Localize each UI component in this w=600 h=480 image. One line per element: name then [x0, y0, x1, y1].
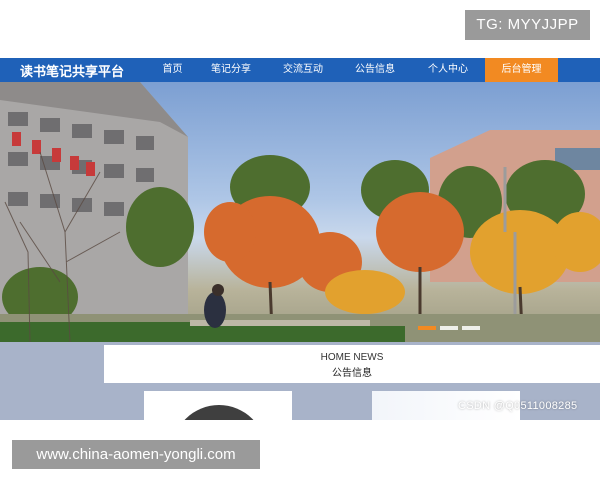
- nav-item-home[interactable]: 首页: [150, 58, 195, 82]
- nav-item-personal-center[interactable]: 个人中心: [411, 58, 485, 82]
- telegram-id-badge: TG: MYYJJPP: [465, 10, 590, 40]
- nav-item-interaction[interactable]: 交流互动: [267, 58, 339, 82]
- website-screenshot: 读书笔记共享平台 首页 笔记分享 交流互动 公告信息 个人中心 后台管理 HOM…: [0, 58, 600, 420]
- news-title-english: HOME NEWS: [320, 352, 384, 363]
- carousel-dot[interactable]: [440, 326, 458, 330]
- news-title-chinese: 公告信息: [332, 368, 372, 379]
- nav-item-note-share[interactable]: 笔记分享: [195, 58, 267, 82]
- website-url-badge: www.china-aomen-yongli.com: [12, 440, 260, 469]
- hero-carousel-image[interactable]: [0, 82, 600, 342]
- news-card[interactable]: [144, 391, 292, 420]
- nav-item-admin[interactable]: 后台管理: [485, 58, 558, 82]
- carousel-indicators: [418, 326, 480, 330]
- home-news-header: HOME NEWS 公告信息: [104, 345, 600, 383]
- avatar: [172, 405, 266, 420]
- carousel-dot[interactable]: [462, 326, 480, 330]
- carousel-dot[interactable]: [418, 326, 436, 330]
- site-brand-title[interactable]: 读书笔记共享平台: [0, 61, 150, 80]
- csdn-watermark: CSDN @Q0511008285: [458, 400, 578, 412]
- campus-scene-illustration: [0, 82, 600, 342]
- nav-item-notices[interactable]: 公告信息: [339, 58, 411, 82]
- top-navigation-bar: 读书笔记共享平台 首页 笔记分享 交流互动 公告信息 个人中心 后台管理: [0, 58, 600, 82]
